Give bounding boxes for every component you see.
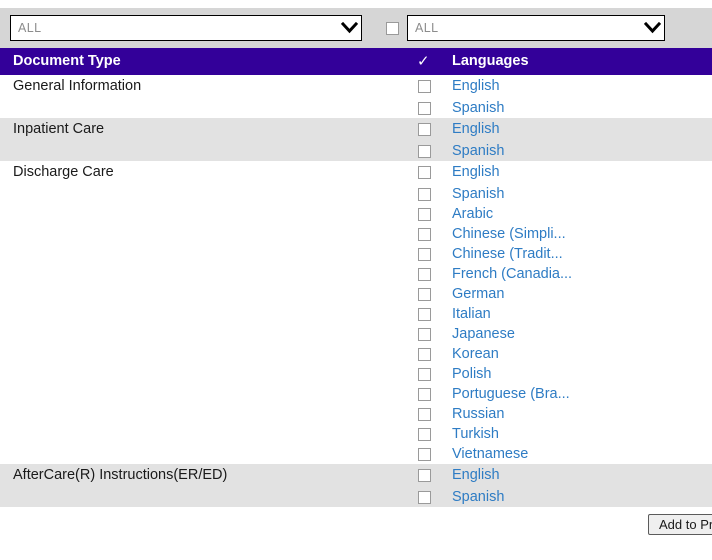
language-link[interactable]: Portuguese (Bra... <box>452 384 570 404</box>
language-row: Spanish <box>0 487 712 507</box>
language-link[interactable]: English <box>452 75 500 98</box>
select-all-checkbox[interactable] <box>386 21 399 35</box>
language-link[interactable]: Vietnamese <box>452 444 528 464</box>
language-checkbox[interactable] <box>418 491 431 504</box>
language-row: English <box>0 118 712 141</box>
add-to-profile-button[interactable]: Add to Pr <box>648 514 712 535</box>
language-checkbox[interactable] <box>418 228 431 241</box>
language-link[interactable]: Polish <box>452 364 492 384</box>
table-body: General Information English Spanish Inpatie… <box>0 75 712 507</box>
language-checkbox[interactable] <box>418 248 431 261</box>
language-link[interactable]: Spanish <box>452 487 504 507</box>
language-checkbox[interactable] <box>418 80 431 93</box>
language-checkbox[interactable] <box>418 348 431 361</box>
language-row: Arabic <box>0 204 712 224</box>
language-checkbox[interactable] <box>418 328 431 341</box>
language-link[interactable]: English <box>452 118 500 141</box>
language-row: German <box>0 284 712 304</box>
language-checkbox[interactable] <box>418 188 431 201</box>
language-select-value: ALL <box>415 21 439 35</box>
language-row: Vietnamese <box>0 444 712 464</box>
language-row: English <box>0 464 712 487</box>
table-header-row: Document Type ✓ Languages <box>0 48 712 75</box>
language-list: English Spanish <box>0 118 712 161</box>
column-header-document-type: Document Type <box>13 53 121 69</box>
group-inner: General Information English Spanish <box>0 75 712 118</box>
chevron-down-icon <box>339 17 359 39</box>
group-inner: AfterCare(R) Instructions(ER/ED) English S… <box>0 464 712 507</box>
filter-toolbar: ALL ALL <box>0 8 712 48</box>
top-spacer <box>0 0 712 8</box>
language-link[interactable]: Spanish <box>452 184 504 204</box>
language-row: Chinese (Tradit... <box>0 244 712 264</box>
language-checkbox[interactable] <box>418 428 431 441</box>
language-link[interactable]: English <box>452 161 500 184</box>
document-type-group: Inpatient Care English Spanish <box>0 118 712 161</box>
language-checkbox[interactable] <box>418 123 431 136</box>
language-checkbox[interactable] <box>418 268 431 281</box>
language-row: Italian <box>0 304 712 324</box>
language-link[interactable]: Spanish <box>452 98 504 118</box>
language-row: Spanish <box>0 141 712 161</box>
language-checkbox[interactable] <box>418 288 431 301</box>
language-link[interactable]: Turkish <box>452 424 499 444</box>
language-row: Japanese <box>0 324 712 344</box>
language-checkbox[interactable] <box>418 208 431 221</box>
group-inner: Discharge Care English Spanish Arabic Chines… <box>0 161 712 464</box>
language-checkbox[interactable] <box>418 388 431 401</box>
language-row: English <box>0 75 712 98</box>
language-link[interactable]: Italian <box>452 304 491 324</box>
language-link[interactable]: Korean <box>452 344 499 364</box>
language-checkbox[interactable] <box>418 408 431 421</box>
language-checkbox[interactable] <box>418 469 431 482</box>
footer-bar: Add to Pr <box>0 507 712 551</box>
column-header-languages: Languages <box>452 53 529 69</box>
column-header-checkmark-icon: ✓ <box>417 53 430 70</box>
language-row: Turkish <box>0 424 712 444</box>
language-list: English Spanish Arabic Chinese (Simpli... Ch… <box>0 161 712 464</box>
document-type-select-value: ALL <box>18 21 42 35</box>
language-link[interactable]: Japanese <box>452 324 515 344</box>
language-link[interactable]: Russian <box>452 404 504 424</box>
language-checkbox[interactable] <box>418 448 431 461</box>
language-link[interactable]: French (Canadia... <box>452 264 572 284</box>
language-link[interactable]: Chinese (Simpli... <box>452 224 566 244</box>
language-link[interactable]: Arabic <box>452 204 493 224</box>
language-link[interactable]: Chinese (Tradit... <box>452 244 563 264</box>
document-type-group: General Information English Spanish <box>0 75 712 118</box>
language-row: Russian <box>0 404 712 424</box>
document-type-group: Discharge Care English Spanish Arabic Chines… <box>0 161 712 464</box>
language-checkbox[interactable] <box>418 368 431 381</box>
group-inner: Inpatient Care English Spanish <box>0 118 712 161</box>
language-list: English Spanish <box>0 464 712 507</box>
language-row: Spanish <box>0 98 712 118</box>
language-checkbox[interactable] <box>418 102 431 115</box>
document-language-selector: ALL ALL Document Type ✓ Languages Genera… <box>0 0 712 560</box>
language-checkbox[interactable] <box>418 166 431 179</box>
document-type-select[interactable]: ALL <box>10 15 362 41</box>
chevron-down-icon <box>642 17 662 39</box>
document-type-group: AfterCare(R) Instructions(ER/ED) English S… <box>0 464 712 507</box>
language-link[interactable]: Spanish <box>452 141 504 161</box>
language-row: French (Canadia... <box>0 264 712 284</box>
language-row: Spanish <box>0 184 712 204</box>
language-row: English <box>0 161 712 184</box>
language-list: English Spanish <box>0 75 712 118</box>
language-link[interactable]: German <box>452 284 504 304</box>
language-link[interactable]: English <box>452 464 500 487</box>
language-row: Korean <box>0 344 712 364</box>
language-checkbox[interactable] <box>418 308 431 321</box>
language-select[interactable]: ALL <box>407 15 665 41</box>
language-checkbox[interactable] <box>418 145 431 158</box>
language-row: Polish <box>0 364 712 384</box>
language-row: Chinese (Simpli... <box>0 224 712 244</box>
language-row: Portuguese (Bra... <box>0 384 712 404</box>
